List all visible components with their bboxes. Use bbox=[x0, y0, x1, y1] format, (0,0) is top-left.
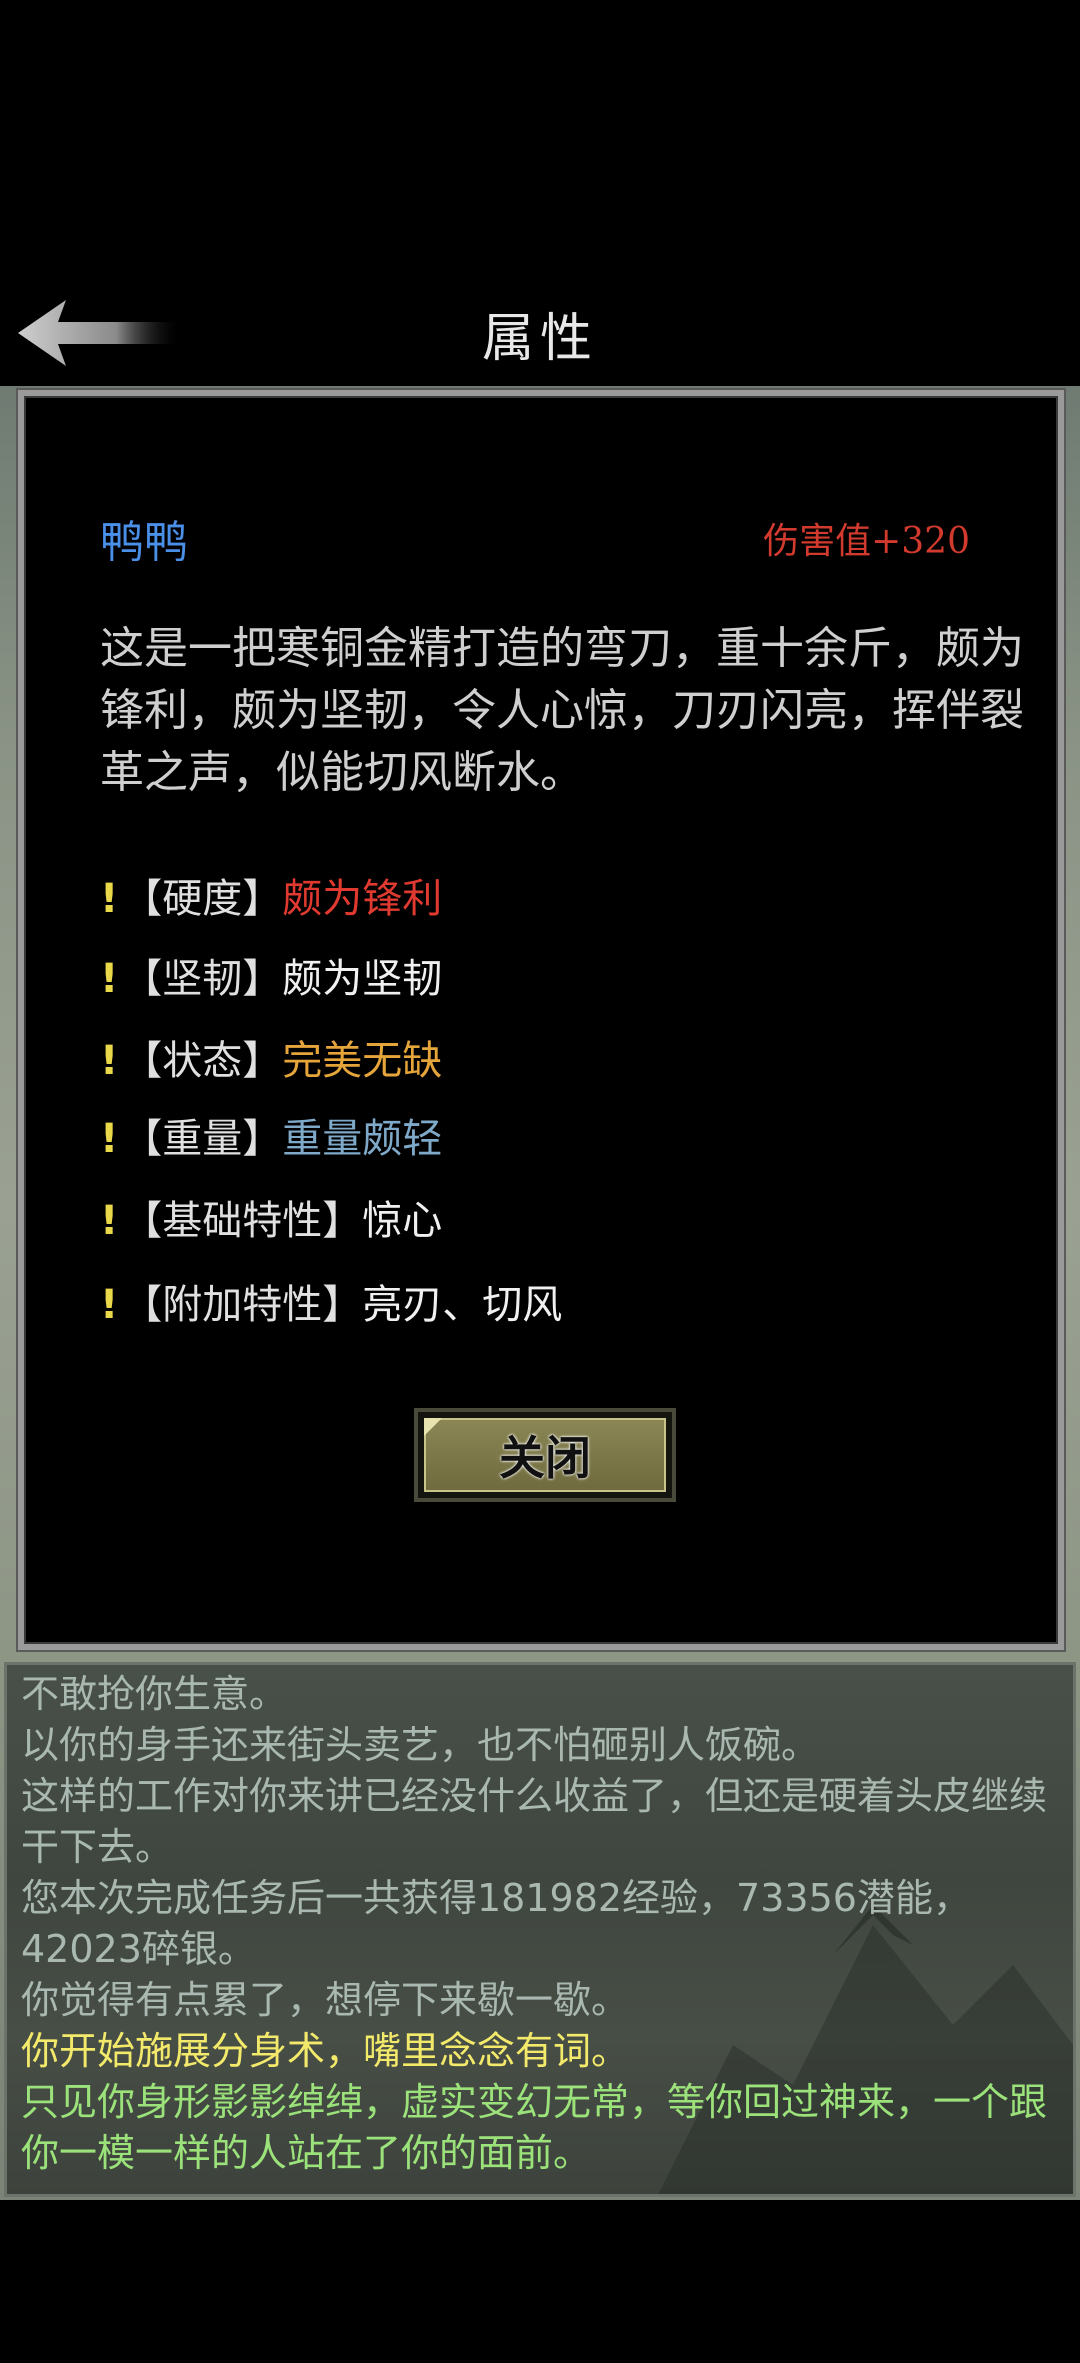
attribute-key: 【重量】 bbox=[122, 1116, 283, 1162]
attribute-row: ! 【基础特性】惊心 bbox=[100, 1188, 442, 1246]
attribute-row: ! 【硬度】颇为锋利 bbox=[100, 866, 442, 924]
header-bar: 属性 bbox=[0, 0, 1080, 390]
attribute-row: ! 【状态】完美无缺 bbox=[100, 1028, 442, 1086]
close-button-label: 关闭 bbox=[424, 1418, 666, 1492]
attribute-value: 颇为坚韧 bbox=[282, 956, 443, 1002]
attribute-value: 惊心 bbox=[362, 1198, 443, 1244]
exclamation-icon: ! bbox=[100, 876, 119, 922]
log-line: 你开始施展分身术，嘴里念念有词。 bbox=[21, 2029, 630, 2073]
page-title: 属性 bbox=[481, 309, 598, 369]
log-line: 这样的工作对你来讲已经没什么收益了，但还是硬着头皮继续干下去。 bbox=[21, 1774, 1048, 1869]
log-line: 不敢抢你生意。 bbox=[21, 1672, 288, 1716]
attribute-key: 【基础特性】 bbox=[122, 1198, 363, 1244]
item-description: 这是一把寒铜金精打造的弯刀，重十余斤，颇为锋利，颇为坚韧，令人心惊，刀刃闪亮，挥… bbox=[100, 623, 1024, 798]
exclamation-icon: ! bbox=[100, 1282, 119, 1328]
exclamation-icon: ! bbox=[100, 956, 119, 1002]
attribute-key: 【硬度】 bbox=[122, 876, 283, 922]
exclamation-icon: ! bbox=[100, 1116, 119, 1162]
attribute-key: 【状态】 bbox=[122, 1038, 283, 1084]
damage-value: 伤害值+320 bbox=[763, 521, 970, 562]
log-line: 只见你身形影影绰绰，虚实变幻无常，等你回过神来，一个跟你一模一样的人站在了你的面… bbox=[21, 2080, 1048, 2175]
attribute-key: 【坚韧】 bbox=[122, 956, 283, 1002]
exclamation-icon: ! bbox=[100, 1038, 119, 1084]
attribute-row: ! 【坚韧】颇为坚韧 bbox=[100, 946, 442, 1004]
attribute-row: ! 【重量】重量颇轻 bbox=[100, 1106, 442, 1164]
attribute-value: 完美无缺 bbox=[282, 1038, 443, 1084]
close-button[interactable]: 关闭 bbox=[414, 1408, 676, 1502]
log-line: 您本次完成任务后一共获得181982经验，73356潜能，42023碎银。 bbox=[21, 1876, 971, 1971]
exclamation-icon: ! bbox=[100, 1198, 119, 1244]
attribute-key: 【附加特性】 bbox=[122, 1282, 363, 1328]
attribute-value: 颇为锋利 bbox=[282, 876, 443, 922]
attribute-value: 亮刃、切风 bbox=[362, 1282, 563, 1328]
log-line: 你觉得有点累了，想停下来歇一歇。 bbox=[21, 1978, 630, 2022]
item-attribute-dialog: 鸭鸭 伤害值+320 这是一把寒铜金精打造的弯刀，重十余斤，颇为锋利，颇为坚韧，… bbox=[18, 390, 1064, 1650]
message-log[interactable]: 不敢抢你生意。以你的身手还来街头卖艺，也不怕砸别人饭碗。这样的工作对你来讲已经没… bbox=[4, 1662, 1076, 2197]
log-lines: 不敢抢你生意。以你的身手还来街头卖艺，也不怕砸别人饭碗。这样的工作对你来讲已经没… bbox=[21, 1669, 1071, 2179]
log-line: 以你的身手还来街头卖艺，也不怕砸别人饭碗。 bbox=[21, 1723, 820, 1767]
bottom-bar bbox=[0, 2200, 1080, 2363]
attribute-row: ! 【附加特性】亮刃、切风 bbox=[100, 1272, 562, 1330]
attribute-value: 重量颇轻 bbox=[282, 1116, 443, 1162]
item-name: 鸭鸭 bbox=[100, 517, 188, 568]
